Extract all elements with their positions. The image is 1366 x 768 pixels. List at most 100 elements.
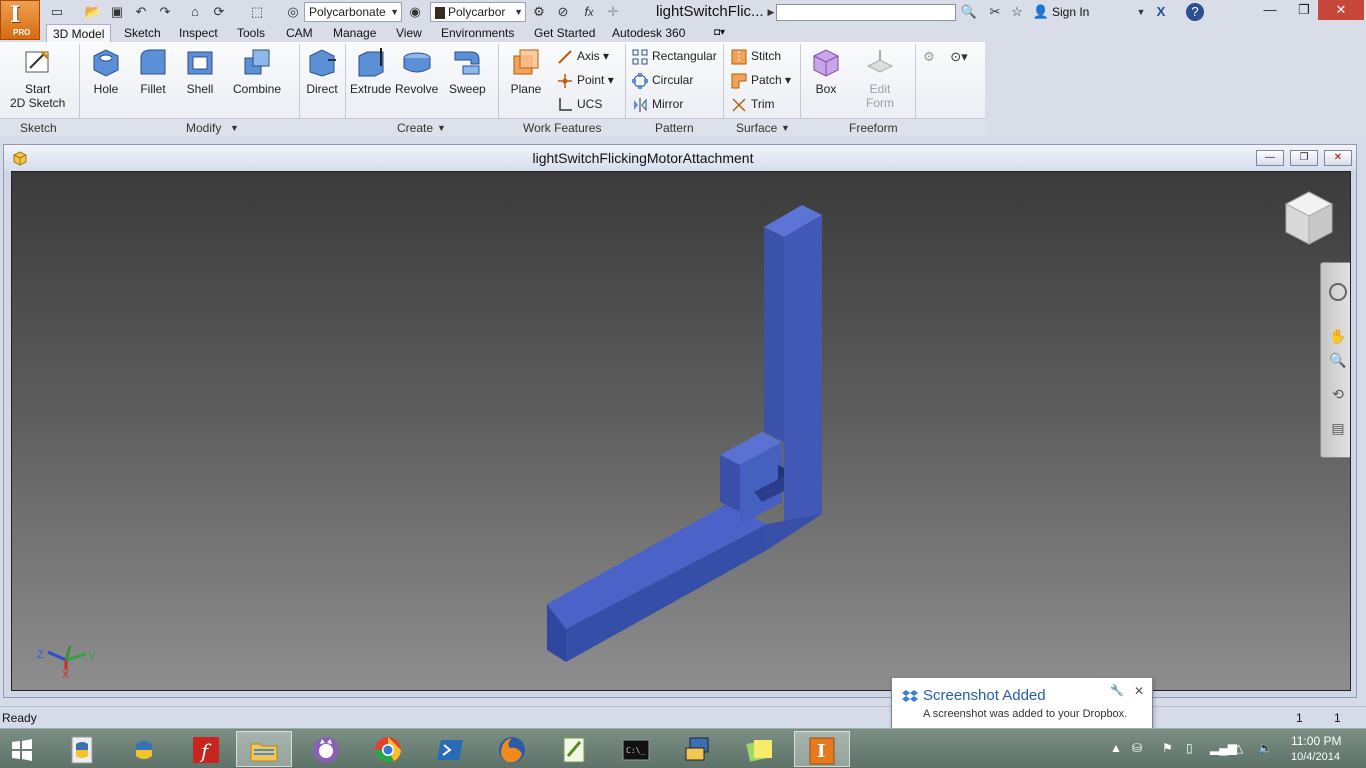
close-button[interactable]: ✕ — [1318, 0, 1364, 20]
exchange-icon[interactable]: X — [1152, 3, 1170, 21]
patch-button[interactable]: Patch ▾ — [731, 71, 791, 89]
trim-button[interactable]: Trim — [731, 95, 775, 113]
doc-close-button[interactable]: ✕ — [1324, 150, 1352, 166]
wrench-icon[interactable]: 🔧 — [1110, 684, 1124, 697]
chevron-down-icon[interactable]: ▼ — [230, 123, 239, 133]
combine-button[interactable]: Combine — [233, 46, 281, 96]
look-at-icon[interactable]: ▤ — [1329, 419, 1347, 437]
panel-label-work-features[interactable]: Work Features — [523, 121, 601, 135]
help-search-input[interactable] — [776, 4, 956, 21]
doc-restore-button[interactable]: ❐ — [1290, 150, 1318, 166]
notification-toast[interactable]: Screenshot Added A screenshot was added … — [891, 677, 1153, 729]
doc-minimize-button[interactable]: — — [1256, 150, 1284, 166]
tab-cam[interactable]: CAM — [286, 24, 313, 42]
taskbar-remote[interactable] — [670, 731, 726, 767]
mirror-button[interactable]: Mirror — [632, 95, 683, 113]
save-icon[interactable]: ▣ — [108, 3, 126, 21]
panel-label-surface[interactable]: Surface — [736, 121, 777, 135]
chevron-down-icon[interactable]: ▼ — [437, 123, 446, 133]
new-file-icon[interactable]: ▭ — [48, 3, 66, 21]
freeform-box-button[interactable]: Box — [810, 46, 842, 96]
action-center-icon[interactable]: ⚑ — [1162, 741, 1173, 755]
taskbar-python-1[interactable] — [54, 731, 110, 767]
home-icon[interactable]: ⌂ — [186, 3, 204, 21]
taskbar-python-2[interactable] — [116, 731, 172, 767]
material-combo[interactable]: Polycarbonate ▼ — [304, 2, 402, 22]
update-icon[interactable]: ⟳ — [210, 3, 228, 21]
view-cube[interactable] — [1280, 188, 1338, 250]
revolve-button[interactable]: Revolve — [395, 46, 438, 96]
tray-overflow-icon[interactable]: ▲ — [1110, 741, 1122, 755]
point-button[interactable]: Point ▾ — [557, 71, 614, 89]
tab-sketch[interactable]: Sketch — [124, 24, 161, 42]
app-menu-button[interactable]: I PRO — [0, 0, 40, 40]
appearance-icon[interactable]: ◉ — [406, 3, 424, 21]
redo-icon[interactable]: ↷ — [156, 3, 174, 21]
toast-close-button[interactable]: ✕ — [1134, 684, 1144, 698]
open-icon[interactable]: 📂 — [84, 3, 102, 21]
panel-label-modify[interactable]: Modify — [186, 121, 221, 135]
fillet-button[interactable]: Fillet — [137, 46, 169, 96]
sweep-button[interactable]: Sweep — [449, 46, 486, 96]
hole-button[interactable]: Hole — [90, 46, 122, 96]
tab-environments[interactable]: Environments — [441, 24, 514, 42]
undo-icon[interactable]: ↶ — [132, 3, 150, 21]
subscription-icon[interactable]: ✂ — [986, 3, 1004, 21]
maximize-button[interactable]: ❐ — [1290, 0, 1318, 20]
tab-get-started[interactable]: Get Started — [534, 24, 595, 42]
tab-autodesk-360[interactable]: Autodesk 360 — [612, 24, 685, 42]
edit-form-button[interactable]: Edit Form — [864, 46, 896, 110]
chevron-down-icon[interactable]: ▼ — [781, 123, 790, 133]
steering-wheel-icon[interactable] — [1329, 283, 1347, 301]
tab-inspect[interactable]: Inspect — [179, 24, 218, 42]
device-icon[interactable]: ▯ — [1186, 741, 1193, 755]
graphics-viewport[interactable]: ✋ 🔍 ⟲ ▤ Z X Y — [11, 171, 1351, 691]
select-icon[interactable]: ⬚ — [248, 3, 266, 21]
convert-icon[interactable]: ⚙ — [920, 48, 938, 66]
panel-label-freeform[interactable]: Freeform — [849, 121, 898, 135]
axis-button[interactable]: Axis ▾ — [557, 47, 609, 65]
clear-override-icon[interactable]: ⊘ — [554, 3, 572, 21]
clock-time[interactable]: 11:00 PM — [1291, 734, 1341, 748]
clock-date[interactable]: 10/4/2014 — [1291, 751, 1340, 763]
ribbon-dropdown-icon[interactable]: ⊙▾ — [950, 48, 968, 66]
plane-button[interactable]: Plane — [510, 46, 542, 96]
chevron-down-icon[interactable]: ▼ — [1132, 3, 1150, 21]
stitch-button[interactable]: Stitch — [731, 47, 781, 65]
material-icon[interactable]: ◎ — [284, 3, 302, 21]
extrude-button[interactable]: Extrude — [350, 46, 391, 96]
taskbar-inventor[interactable]: I — [794, 731, 850, 767]
taskbar-github[interactable] — [298, 731, 354, 767]
panel-label-sketch[interactable]: Sketch — [20, 121, 57, 135]
network-icon[interactable]: ▂▄▆ — [1210, 741, 1237, 755]
taskbar-cmd[interactable]: C:\_ — [608, 731, 664, 767]
fx-icon[interactable]: fx — [580, 3, 598, 21]
start-2d-sketch-button[interactable]: Start 2D Sketch — [10, 46, 65, 110]
start-button[interactable] — [0, 731, 44, 767]
adjust-icon[interactable]: ⚙ — [530, 3, 548, 21]
help-icon[interactable]: ? — [1186, 3, 1204, 21]
taskbar-powershell[interactable] — [422, 731, 478, 767]
tab-manage[interactable]: Manage — [333, 24, 376, 42]
taskbar-explorer[interactable] — [236, 731, 292, 767]
google-drive-icon[interactable]: △ — [1234, 741, 1243, 755]
pan-icon[interactable]: ✋ — [1329, 327, 1347, 345]
volume-icon[interactable]: 🔈 — [1258, 741, 1273, 755]
ucs-button[interactable]: UCS — [557, 95, 602, 113]
add-icon[interactable]: ✛ — [604, 3, 622, 21]
tab-3d-model[interactable]: 3D Model — [46, 24, 112, 42]
taskbar-notepadpp[interactable] — [546, 731, 602, 767]
taskbar-chrome[interactable] — [360, 731, 416, 767]
taskbar-firefox[interactable] — [484, 731, 540, 767]
taskbar-sticky[interactable] — [732, 731, 788, 767]
orbit-icon[interactable]: ⟲ — [1329, 385, 1347, 403]
direct-button[interactable]: Direct — [306, 46, 338, 96]
binoculars-icon[interactable]: 🔍 — [960, 3, 978, 21]
zoom-icon[interactable]: 🔍 — [1329, 351, 1347, 369]
rectangular-pattern-button[interactable]: Rectangular — [632, 47, 717, 65]
tab-view[interactable]: View — [396, 24, 422, 42]
minimize-button[interactable]: — — [1250, 0, 1290, 20]
panel-label-create[interactable]: Create — [397, 121, 433, 135]
taskbar-flash[interactable]: f — [178, 731, 234, 767]
circular-pattern-button[interactable]: Circular — [632, 71, 693, 89]
